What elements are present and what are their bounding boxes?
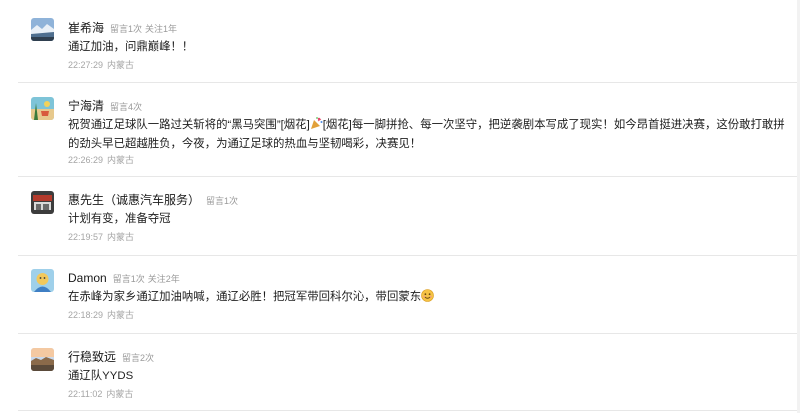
comment-time: 22:18:29 (68, 310, 104, 320)
username[interactable]: 崔希海 (68, 21, 104, 35)
avatar[interactable] (31, 191, 54, 214)
divider (18, 255, 800, 256)
comment-text-part: 祝贺通辽足球队一路过关斩将的“黑马突围”[烟花] (68, 119, 310, 131)
comment-location: 内蒙古 (107, 60, 135, 70)
follow-duration: 关注1年 (145, 24, 178, 34)
comment-header: 行稳致远 留言2次 (68, 348, 154, 364)
avatar[interactable] (31, 18, 54, 41)
username[interactable]: 宁海清 (68, 99, 104, 113)
comment-footer: 22:18:29 内蒙古 (68, 308, 134, 321)
avatar[interactable] (31, 97, 54, 120)
cartoon-avatar-icon (31, 269, 54, 292)
divider (18, 82, 800, 83)
avatar[interactable] (31, 269, 54, 292)
snow-landscape-avatar-icon (31, 18, 54, 41)
comment-text: 在赤峰为家乡通辽加油呐喊，通辽必胜！把冠军带回科尔沁，带回蒙东 (68, 288, 788, 307)
comment-header: Damon 留言1次 关注2年 (68, 269, 180, 285)
comment-location: 内蒙古 (107, 232, 135, 242)
username[interactable]: Damon (68, 271, 107, 285)
comment-count: 留言1次 (206, 196, 239, 206)
comment-count: 留言2次 (122, 353, 155, 363)
smile-emoji-icon (421, 289, 434, 302)
party-popper-icon (310, 117, 323, 130)
comment-header: 崔希海 留言1次 关注1年 (68, 19, 177, 35)
comment-header: 惠先生（诚惠汽车服务） 留言1次 (68, 191, 238, 207)
follow-duration: 关注2年 (147, 274, 180, 284)
comment-time: 22:27:29 (68, 60, 104, 70)
divider (18, 333, 800, 334)
divider (18, 410, 800, 411)
username[interactable]: 惠先生（诚惠汽车服务） (68, 193, 200, 207)
comment-footer: 22:26:29 内蒙古 (68, 153, 134, 166)
comment-text: 通辽加油，问鼎巅峰！！ (68, 41, 194, 53)
comment-text: 通辽队YYDS (68, 370, 134, 382)
comment-text: 计划有变，准备夺冠 (68, 213, 171, 225)
username[interactable]: 行稳致远 (68, 350, 116, 364)
comment-list: 崔希海 留言1次 关注1年 通辽加油，问鼎巅峰！！ 22:27:29 内蒙古 宁海清留… (0, 0, 800, 413)
comment-count: 留言1次 (112, 274, 145, 284)
car-service-avatar-icon (31, 191, 54, 214)
beach-avatar-icon (31, 97, 54, 120)
comment-text-part: 在赤峰为家乡通辽加油呐喊，通辽必胜！把冠军带回科尔沁，带回蒙东 (68, 291, 422, 303)
comment-location: 内蒙古 (106, 389, 134, 399)
divider (18, 176, 800, 177)
avatar[interactable] (31, 348, 54, 371)
comment-count: 留言1次 (110, 24, 143, 34)
comment-location: 内蒙古 (107, 310, 135, 320)
comment-time: 22:26:29 (68, 155, 104, 165)
sunset-avatar-icon (31, 348, 54, 371)
comment-header: 宁海清 留言4次 (68, 97, 142, 113)
comment-text: 祝贺通辽足球队一路过关斩将的“黑马突围”[烟花] [烟花]每一脚拼抢、每一次坚守，… (68, 116, 788, 154)
comment-footer: 22:27:29 内蒙古 (68, 58, 134, 71)
comment-location: 内蒙古 (107, 155, 135, 165)
comment-time: 22:11:02 (68, 389, 103, 399)
comment-footer: 22:19:57 内蒙古 (68, 230, 134, 243)
comment-count: 留言4次 (110, 102, 143, 112)
comment-footer: 22:11:02 内蒙古 (68, 387, 133, 400)
comment-time: 22:19:57 (68, 232, 104, 242)
